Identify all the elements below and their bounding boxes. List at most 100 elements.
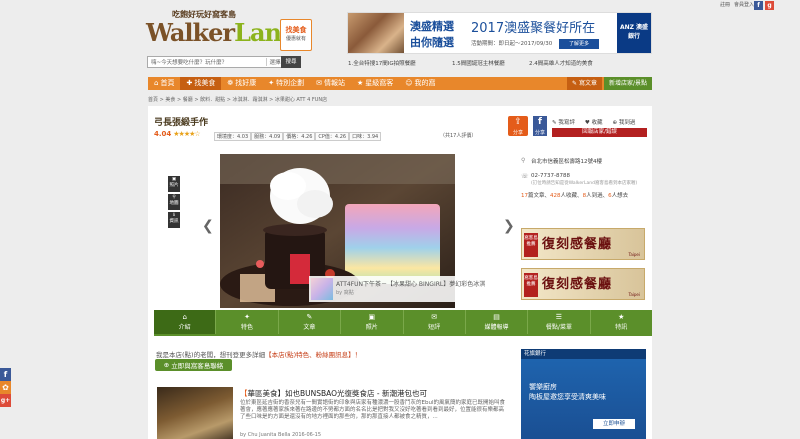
review-count[interactable]: （共17人評價） [440, 132, 476, 139]
nav-label: 星級窩客 [365, 79, 394, 87]
nav-label: 首頁 [160, 79, 175, 87]
gallery-next-arrow[interactable]: ❯ [503, 218, 515, 234]
write-review-button[interactable]: ✎ 我寫評 [552, 118, 575, 126]
write-article-button[interactable]: ✎ 寫文章 [567, 77, 602, 90]
article-title: 華區美食】如也BUNSBAO光復獎食店 - 新潮港包也可 [247, 389, 428, 398]
been-there-button[interactable]: ⊕ 我到過 [613, 118, 636, 126]
metric-price: 價格：4.26 [283, 132, 316, 141]
register-link[interactable]: 註冊 [720, 1, 730, 8]
nav-actions: ✎ 寫文章 新增店家/景點 [567, 77, 652, 90]
nav-item-mine[interactable]: ☺ 我的窩 [399, 77, 441, 90]
tab-label: 特訊 [615, 324, 628, 331]
rating-metrics: 環境度：4.03 服務：4.09 價格：4.26 CP值：4.26 口味：3.9… [214, 132, 382, 141]
ticker-item[interactable]: 1.5間國誕冠主林餐廳 [452, 59, 505, 67]
tab-articles[interactable]: ✎ 文章 [279, 310, 342, 334]
stat-favorites-label: 人收藏 [560, 193, 578, 199]
banner-cta-button[interactable]: 了解更多 [559, 39, 599, 49]
nav-item-deals[interactable]: ❁ 找好康 [221, 77, 262, 90]
tab-label: 媒體報導 [484, 324, 509, 331]
stat-articles[interactable]: 17 [521, 193, 528, 199]
facebook-share-icon[interactable]: f [0, 368, 11, 381]
store-address[interactable]: 台北市信義區松壽路12號4樓 [531, 157, 602, 165]
caption-title: ATT4FUN下午茶－【冰果甜心 BINGIRL】夢幻彩色冰淇 [336, 281, 486, 288]
tab-intro[interactable]: ⌂ 介紹 [154, 310, 217, 334]
store-actions: ✎ 我寫評 ♥ 收藏 ⊕ 我到過 [552, 118, 635, 126]
googleplus-icon[interactable]: g [765, 1, 774, 10]
search-input[interactable]: 嗨~今天想要吃什麼？玩什麼？ [148, 58, 266, 66]
camera-icon: ▣ [171, 177, 177, 182]
restaurant-ad-1[interactable]: 窩客島推薦 復刻感餐廳 Taipei [521, 228, 645, 260]
tab-label: 介紹 [178, 324, 191, 331]
nav-item-news[interactable]: ✉ 情報站 [310, 77, 351, 90]
envelope-icon: ✉ [316, 79, 322, 87]
gallery-prev-arrow[interactable]: ❮ [202, 218, 214, 234]
ad-small: Taipei [628, 292, 640, 297]
tab-label: 短評 [428, 324, 441, 331]
favorite-button[interactable]: ♥ 收藏 [585, 118, 603, 126]
store-stats: 17篇文章、428人收藏、8人到過、6人想去 [521, 193, 629, 199]
article-title-link[interactable]: 【華區美食】如也BUNSBAO光復獎食店 - 新潮港包也可 [240, 388, 427, 399]
search-button[interactable]: 搜尋 [281, 56, 301, 68]
ticker-item[interactable]: 2.4間高雄人才知道的美食 [529, 59, 593, 67]
search-box[interactable]: 嗨~今天想要吃什麼？玩什麼？ 選擇縣市 ▾ [147, 56, 299, 68]
banner-photo-collage [348, 13, 404, 53]
menu-icon: ☰ [555, 313, 563, 321]
nav-item-home[interactable]: ⌂ 首頁 [148, 77, 180, 90]
article-thumbnail[interactable] [157, 387, 233, 439]
nav-item-stars[interactable]: ★ 星級窩客 [351, 77, 399, 90]
tab-media[interactable]: ▤ 媒體報導 [466, 310, 529, 334]
share-label: 分享 [512, 130, 523, 136]
sparkle-icon: ✦ [244, 313, 250, 321]
ad-title: 復刻感餐廳 [542, 277, 613, 292]
tab-short-reviews[interactable]: ✉ 短評 [404, 310, 466, 334]
report-error-button[interactable]: 回報店家/錯誤 [552, 128, 647, 137]
photo-tool-button[interactable]: ▣ 照片 [168, 176, 180, 192]
top-banner-ad[interactable]: 澳盛精選 由你隨選 2017澳盛聚餐好所在 活動期間：即日起～2017/09/3… [347, 12, 652, 54]
store-tabs: ⌂ 介紹 ✦ 特色 ✎ 文章 ▣ 照片 ✉ 短評 ▤ 媒體報導 ☰ 餐點/菜單 ★ 特訊 [154, 310, 652, 334]
stat-favorites[interactable]: 428 [550, 193, 561, 199]
write-article-label: 寫文章 [578, 80, 597, 87]
weibo-share-icon[interactable]: ✿ [0, 381, 11, 394]
facebook-share-button[interactable]: f 分享 [533, 116, 547, 136]
nav-item-food[interactable]: ✚ 找美食 [180, 77, 222, 90]
tab-news[interactable]: ★ 特訊 [591, 310, 652, 334]
map-tool-button[interactable]: ⚲ 地圖 [168, 194, 180, 210]
tab-menu[interactable]: ☰ 餐點/菜單 [528, 310, 591, 334]
store-rating: 4.04 ★★★★☆ [154, 130, 201, 138]
ad-badge: 窩客島推薦 [524, 233, 538, 257]
banner-line2: 由你隨選 [410, 36, 454, 49]
new-store-button[interactable]: 新增店家/景點 [603, 77, 652, 90]
deal-icon: ❁ [227, 79, 234, 87]
tab-photos[interactable]: ▣ 照片 [341, 310, 404, 334]
comment-icon: ✉ [431, 313, 438, 321]
badge-line2: 優惠就有 [285, 36, 306, 42]
citi-ad-cta[interactable]: 立即申辦 [593, 419, 635, 429]
facebook-icon[interactable]: f [754, 1, 763, 10]
googleplus-share-icon[interactable]: g+ [0, 394, 11, 407]
info-tool-button[interactable]: ℹ 資訊 [168, 212, 180, 228]
tab-label: 照片 [365, 324, 378, 331]
food-badge[interactable]: 找美食 優惠就有 [280, 19, 312, 51]
login-link[interactable]: 會員登入 [734, 1, 754, 8]
photo-caption[interactable]: ATT4FUN下午茶－【冰果甜心 BINGIRL】夢幻彩色冰淇 by 窩點 [309, 276, 511, 302]
restaurant-ad-2[interactable]: 窩客島推薦 復刻感餐廳 Taipei [521, 268, 645, 300]
claim-link[interactable]: 【本店(點)特色、粉絲團訊息】！ [265, 351, 361, 359]
rating-stars: ★★★★☆ [173, 130, 200, 138]
rating-value: 4.04 [154, 130, 172, 138]
nav-item-special[interactable]: ✦ 特別企劃 [262, 77, 310, 90]
share-button[interactable]: ⇪ 分享 [508, 116, 528, 136]
banner-dates: 活動期間：即日起～2017/09/30 [471, 41, 553, 47]
tab-features[interactable]: ✦ 特色 [216, 310, 279, 334]
caption-thumbnail [311, 278, 333, 300]
nav-label: 找好康 [235, 79, 257, 87]
ticker-item[interactable]: 1.全台特搜17間IG拍照餐廳 [348, 59, 416, 67]
store-phone[interactable]: 02-7737-8788 [531, 173, 570, 179]
caption-author: by 窩點 [336, 290, 354, 296]
citi-bank-ad[interactable]: 花旗銀行 citi 饗樂廚房 陶板屋邀您享受清爽美味 立即申辦 [521, 349, 646, 439]
breadcrumb[interactable]: 首頁 > 美食 > 餐廳 > 飲料．甜點 > 冰淇淋．霜淇淋 > 冰果甜心 AT… [148, 96, 652, 103]
anz-logo: ANZ 澳盛銀行 [617, 13, 651, 53]
site-logo[interactable]: WalkerLand [146, 18, 298, 47]
owner-claim: 我是本店(點)的老闆，想刊登更多詳細【本店(點)特色、粉絲團訊息】！ [156, 349, 361, 359]
nav-label: 情報站 [323, 79, 345, 87]
contact-walkerland-button[interactable]: ⊕ 立即與窩客島聯絡 [155, 359, 232, 371]
